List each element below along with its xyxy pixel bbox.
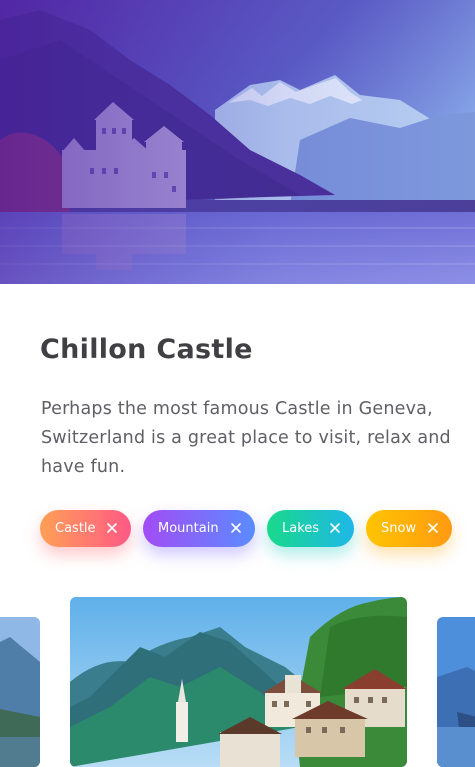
close-icon[interactable] (105, 521, 119, 535)
tag-lakes[interactable]: Lakes (267, 510, 354, 547)
carousel-card-previous[interactable] (0, 617, 40, 767)
page-title: Chillon Castle (40, 334, 253, 365)
card-photo (0, 617, 40, 767)
tag-snow[interactable]: Snow (366, 510, 452, 547)
carousel-card-current[interactable] (70, 597, 407, 767)
card-photo-hallstatt (70, 597, 407, 767)
hero-photo-chillon-castle (0, 0, 475, 284)
close-icon[interactable] (229, 521, 243, 535)
tag-label: Snow (381, 521, 417, 536)
tag-label: Castle (55, 521, 96, 536)
close-icon[interactable] (328, 521, 342, 535)
hero-image (0, 0, 475, 284)
card-photo (437, 617, 475, 767)
close-icon[interactable] (426, 521, 440, 535)
tag-label: Lakes (282, 521, 320, 536)
tag-mountain[interactable]: Mountain (143, 510, 255, 547)
carousel-card-next[interactable] (437, 617, 475, 767)
place-description: Perhaps the most famous Castle in Geneva… (41, 399, 451, 477)
tag-castle[interactable]: Castle (40, 510, 131, 547)
tag-label: Mountain (158, 521, 219, 536)
